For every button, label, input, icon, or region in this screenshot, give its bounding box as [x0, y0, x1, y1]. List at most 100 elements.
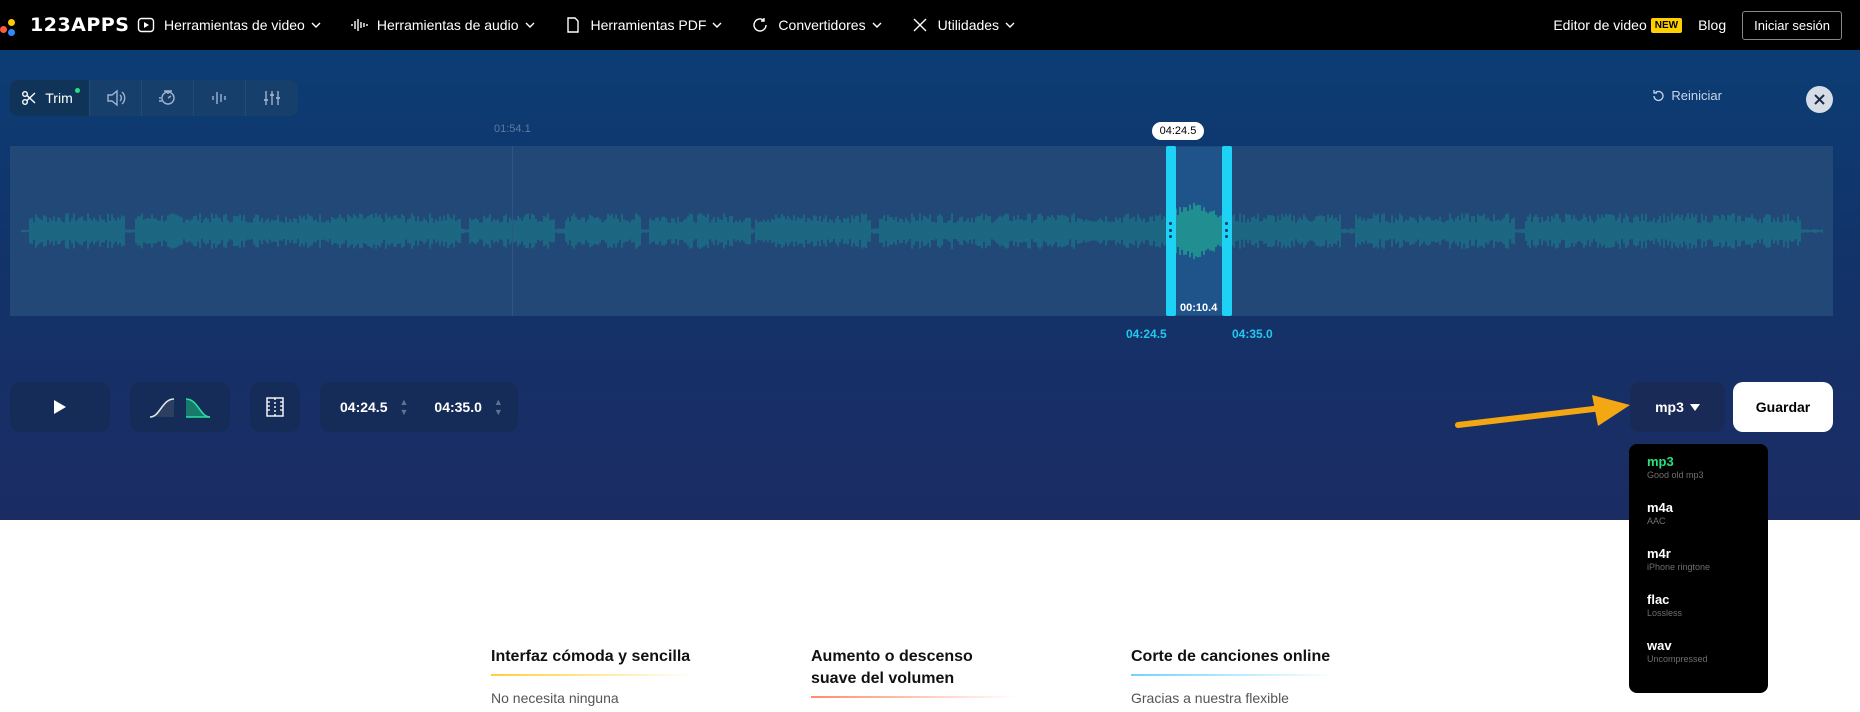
audio-editor: Trim Reiniciar 01:54.1 04:24.5 00:10.4 0…: [0, 50, 1860, 520]
chevron-down-icon: [311, 22, 321, 28]
nav-pdf-tools-label: Herramientas PDF: [590, 17, 707, 33]
play-button[interactable]: [10, 382, 110, 432]
chevron-down-icon: [712, 22, 722, 28]
nav-utilities-label: Utilidades: [937, 17, 1000, 33]
up-arrow-icon[interactable]: ▲: [494, 397, 503, 407]
down-arrow-icon[interactable]: ▼: [399, 407, 408, 417]
selection-end-handle[interactable]: [1222, 146, 1232, 316]
play-icon: [136, 15, 156, 35]
feature-card: Aumento o descenso suave del volumen: [811, 646, 1021, 712]
format-option-desc: AAC: [1647, 516, 1666, 526]
nav-audio-tools[interactable]: Herramientas de audio: [349, 15, 535, 35]
waveform-path: [21, 213, 1823, 249]
login-button[interactable]: Iniciar sesión: [1742, 10, 1842, 40]
waveform-icon: [349, 15, 369, 35]
chevron-down-icon: [525, 22, 534, 28]
format-option-name: m4a: [1647, 500, 1674, 515]
format-option-desc: Good old mp3: [1647, 470, 1704, 480]
playhead-line: [512, 146, 513, 316]
video-editor-link[interactable]: Editor de video NEW: [1553, 17, 1683, 33]
nav-utilities[interactable]: Utilidades: [910, 15, 1015, 35]
active-dot: [74, 87, 80, 93]
selection-start-handle[interactable]: [1166, 146, 1176, 316]
main-menu: Herramientas de video Herramientas de au…: [136, 0, 1043, 50]
tab-trim[interactable]: Trim: [10, 80, 90, 116]
chevron-down-icon: [872, 22, 882, 28]
nav-converters[interactable]: Convertidores: [750, 15, 882, 35]
start-time-stepper[interactable]: ▲ ▼: [399, 397, 408, 417]
convert-icon: [750, 15, 770, 35]
format-option-desc: Uncompressed: [1647, 654, 1708, 664]
fade-out-icon[interactable]: [184, 393, 212, 421]
nav-video-tools-label: Herramientas de video: [164, 17, 305, 33]
format-select[interactable]: mp3: [1630, 382, 1725, 432]
reset-label: Reiniciar: [1671, 88, 1722, 103]
format-option-name: wav: [1647, 638, 1672, 653]
format-select-value: mp3: [1655, 399, 1684, 415]
format-dropdown: mp3 Good old mp3 m4a AAC m4r iPhone ring…: [1629, 444, 1768, 693]
format-option-m4r[interactable]: m4r iPhone ringtone: [1629, 546, 1768, 592]
selection-duration: 00:10.4: [1180, 302, 1218, 314]
scissors-icon: [22, 91, 36, 105]
nav-converters-label: Convertidores: [778, 17, 866, 33]
new-badge: NEW: [1650, 17, 1683, 33]
waveform: [21, 202, 1823, 260]
feature-title: Interfaz cómoda y sencilla: [491, 648, 691, 665]
format-option-desc: Lossless: [1647, 608, 1683, 618]
down-arrow-icon[interactable]: ▼: [494, 407, 503, 417]
feature-card: Interfaz cómoda y sencilla No necesita n…: [491, 646, 701, 706]
film-split-icon: [266, 397, 284, 417]
selection-tooltip: 04:24.5: [1152, 122, 1204, 140]
feature-title: Corte de canciones online: [1131, 648, 1331, 665]
format-option-name: flac: [1647, 592, 1670, 607]
nav-right: Editor de video NEW Blog Iniciar sesión: [1537, 0, 1842, 50]
playhead-time: 01:54.1: [494, 123, 531, 135]
document-icon: [563, 15, 583, 35]
nav-video-tools[interactable]: Herramientas de video: [136, 15, 321, 35]
logo[interactable]: 123APPS: [0, 0, 129, 50]
nav-audio-tools-label: Herramientas de audio: [376, 17, 519, 33]
volume-icon: [106, 89, 125, 107]
format-option-name: m4r: [1647, 546, 1671, 561]
feature-underline: [1131, 674, 1336, 676]
feature-underline: [491, 674, 696, 676]
save-button[interactable]: Guardar: [1733, 382, 1833, 432]
start-time-input[interactable]: 04:24.5: [340, 399, 387, 415]
tools-icon: [910, 15, 930, 35]
up-arrow-icon[interactable]: ▲: [399, 397, 408, 407]
nav-pdf-tools[interactable]: Herramientas PDF: [563, 15, 723, 35]
top-navigation-bar: 123APPS Herramientas de video Herramient…: [0, 0, 1860, 50]
feature-card: Corte de canciones online Gracias a nues…: [1131, 646, 1341, 706]
play-icon: [54, 400, 66, 414]
end-time-input[interactable]: 04:35.0: [434, 399, 481, 415]
tab-equalizer[interactable]: [194, 80, 246, 116]
fade-controls: [130, 382, 230, 432]
logo-text: 123APPS: [30, 14, 130, 36]
tab-settings[interactable]: [246, 80, 298, 116]
selection-end-label: 04:35.0: [1232, 327, 1273, 341]
format-option-m4a[interactable]: m4a AAC: [1629, 500, 1768, 546]
format-option-flac[interactable]: flac Lossless: [1629, 592, 1768, 638]
time-inputs: 04:24.5 ▲ ▼ 04:35.0 ▲ ▼: [320, 382, 518, 432]
feature-title: Aumento o descenso suave del volumen: [811, 648, 973, 687]
feature-underline: [811, 696, 1016, 698]
selection-start-label: 04:24.5: [1126, 327, 1167, 341]
reset-button[interactable]: Reiniciar: [1651, 88, 1722, 103]
split-button[interactable]: [250, 382, 300, 432]
fade-in-icon[interactable]: [148, 393, 176, 421]
blog-link[interactable]: Blog: [1698, 17, 1726, 33]
undo-icon: [1653, 89, 1665, 101]
sliders-icon: [264, 91, 280, 105]
format-option-wav[interactable]: wav Uncompressed: [1629, 638, 1768, 684]
end-time-stepper[interactable]: ▲ ▼: [494, 397, 503, 417]
format-option-name: mp3: [1647, 454, 1674, 469]
grip-icon: [1225, 222, 1228, 238]
equalizer-wave-icon: [211, 92, 226, 104]
tab-speed[interactable]: [142, 80, 194, 116]
annotation-arrow: [1455, 395, 1630, 428]
grip-icon: [1169, 222, 1172, 238]
close-button[interactable]: [1806, 86, 1833, 113]
speed-icon: [158, 90, 175, 105]
tab-volume[interactable]: [90, 80, 142, 116]
format-option-mp3[interactable]: mp3 Good old mp3: [1629, 454, 1768, 500]
